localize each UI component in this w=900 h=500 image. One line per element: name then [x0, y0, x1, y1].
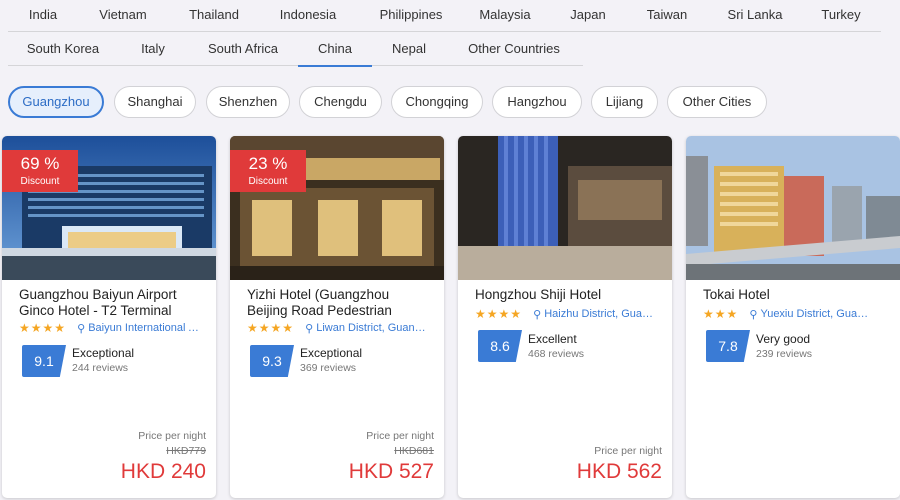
hotel-card[interactable]: Tokai Hotel ★★★ ⚲ Yuexiu District, Guang… — [686, 136, 900, 498]
hotel-name[interactable]: Yizhi Hotel (Guangzhou Beijing Road Pede… — [247, 287, 433, 319]
original-price: HKD779 — [166, 445, 206, 457]
hotel-card[interactable]: 69 % Discount Guangzhou Baiyun Airport G… — [2, 136, 216, 498]
tab-vietnam[interactable]: Vietnam — [88, 0, 158, 32]
discount-badge: 23 % Discount — [230, 150, 306, 192]
rating-label: Exceptional — [72, 346, 135, 360]
price-per-night-label: Price per night — [594, 445, 662, 457]
hotel-location[interactable]: Baiyun International Airport — [88, 320, 200, 336]
tab-india[interactable]: India — [14, 0, 72, 32]
hotel-card[interactable]: Hongzhou Shiji Hotel ★★★★ ⚲ Haizhu Distr… — [458, 136, 672, 498]
review-count: 244 reviews — [72, 362, 129, 374]
city-chip-chengdu[interactable]: Chengdu — [299, 86, 382, 118]
hotel-photo[interactable]: 23 % Discount — [230, 136, 444, 280]
city-chip-shenzhen[interactable]: Shenzhen — [206, 86, 290, 118]
tab-south-korea[interactable]: South Korea — [16, 34, 110, 66]
tab-malaysia[interactable]: Malaysia — [468, 0, 542, 32]
original-price: HKD681 — [394, 445, 434, 457]
rating-label: Exceptional — [300, 346, 363, 360]
discount-label: Discount — [248, 176, 288, 187]
hotel-price: HKD 562 — [576, 460, 662, 483]
tab-china[interactable]: China — [298, 34, 372, 67]
city-chip-other-cities[interactable]: Other Cities — [667, 86, 767, 118]
discount-badge: 69 % Discount — [2, 150, 78, 192]
hotel-meta: ★★★★ ⚲ Liwan District, Guangzhou — [247, 320, 437, 336]
country-tabs-row-1: India Vietnam Thailand Indonesia Philipp… — [8, 0, 881, 32]
review-count: 239 reviews — [756, 348, 813, 360]
review-count: 468 reviews — [528, 348, 585, 360]
tab-turkey[interactable]: Turkey — [810, 0, 872, 32]
city-chip-chongqing[interactable]: Chongqing — [391, 86, 483, 118]
review-count: 369 reviews — [300, 362, 357, 374]
map-pin-icon: ⚲ — [749, 309, 758, 321]
hotel-location[interactable]: Haizhu District, Guangzhou — [544, 306, 656, 322]
hotel-location[interactable]: Liwan District, Guangzhou — [316, 320, 428, 336]
star-rating: ★★★ — [703, 307, 739, 321]
rating-label: Excellent — [528, 332, 577, 346]
review-score-badge: 9.3 — [250, 345, 294, 377]
star-rating: ★★★★ — [19, 321, 67, 335]
hotel-photo[interactable] — [686, 136, 900, 280]
city-chip-hangzhou[interactable]: Hangzhou — [492, 86, 582, 118]
hotel-meta: ★★★★ ⚲ Haizhu District, Guangzhou — [475, 306, 665, 322]
review-score-badge: 8.6 — [478, 330, 522, 362]
price-per-night-label: Price per night — [138, 430, 206, 442]
hotel-photo[interactable]: 69 % Discount — [2, 136, 216, 280]
hotel-name[interactable]: Hongzhou Shiji Hotel — [475, 287, 661, 303]
discount-label: Discount — [20, 176, 60, 187]
review-score-badge: 7.8 — [706, 330, 750, 362]
tab-philippines[interactable]: Philippines — [368, 0, 454, 32]
hotel-meta: ★★★ ⚲ Yuexiu District, Guangzhou — [703, 306, 893, 322]
city-chip-shanghai[interactable]: Shanghai — [114, 86, 196, 118]
discount-percent: 69 % — [20, 154, 60, 173]
hotel-name[interactable]: Tokai Hotel — [703, 287, 889, 303]
hotel-price: HKD 527 — [348, 460, 434, 483]
price-per-night-label: Price per night — [366, 430, 434, 442]
tab-nepal[interactable]: Nepal — [380, 34, 438, 66]
tab-taiwan[interactable]: Taiwan — [636, 0, 698, 32]
map-pin-icon: ⚲ — [77, 323, 86, 335]
tab-italy[interactable]: Italy — [126, 34, 180, 66]
map-pin-icon: ⚲ — [533, 309, 542, 321]
map-pin-icon: ⚲ — [305, 323, 314, 335]
city-chip-lijiang[interactable]: Lijiang — [591, 86, 658, 118]
hotel-photo[interactable] — [458, 136, 672, 280]
city-chip-guangzhou[interactable]: Guangzhou — [8, 86, 104, 118]
country-tabs-row-2: South Korea Italy South Africa China Nep… — [8, 34, 583, 67]
tab-south-africa[interactable]: South Africa — [192, 34, 294, 66]
star-rating: ★★★★ — [247, 321, 295, 335]
review-score-badge: 9.1 — [22, 345, 66, 377]
discount-percent: 23 % — [248, 154, 288, 173]
tab-sri-lanka[interactable]: Sri Lanka — [718, 0, 792, 32]
rating-label: Very good — [756, 332, 811, 346]
tab-japan[interactable]: Japan — [560, 0, 616, 32]
country-tabs: India Vietnam Thailand Indonesia Philipp… — [0, 0, 884, 68]
hotel-card[interactable]: 23 % Discount Yizhi Hotel (Guangzhou Bei… — [230, 136, 444, 498]
star-rating: ★★★★ — [475, 307, 523, 321]
tab-indonesia[interactable]: Indonesia — [270, 0, 346, 32]
tab-other-countries[interactable]: Other Countries — [456, 34, 572, 66]
hotel-name[interactable]: Guangzhou Baiyun Airport Ginco Hotel - T… — [19, 287, 205, 319]
hotel-meta: ★★★★ ⚲ Baiyun International Airport — [19, 320, 209, 336]
hotel-price: HKD 240 — [120, 460, 206, 483]
tab-thailand[interactable]: Thailand — [178, 0, 250, 32]
hotel-location[interactable]: Yuexiu District, Guangzhou — [760, 306, 872, 322]
